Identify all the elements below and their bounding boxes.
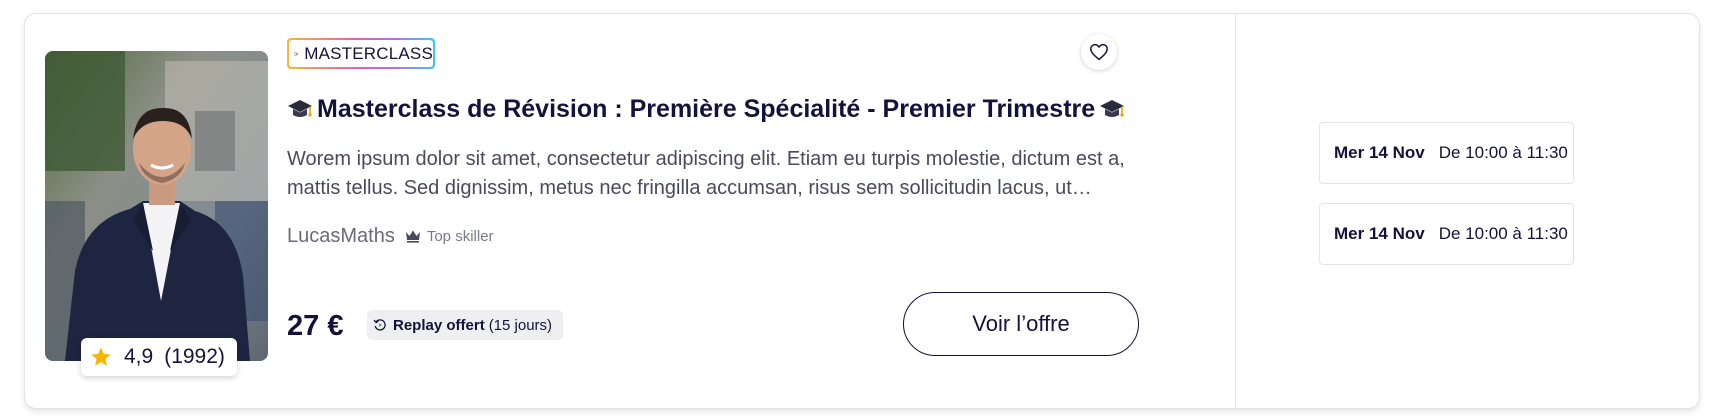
replay-detail: (15 jours) [488, 316, 553, 334]
view-offer-button[interactable]: Voir l’offre [903, 292, 1139, 356]
star-icon [91, 347, 111, 366]
slot-day: Mer 14 Nov [1334, 143, 1425, 162]
rating-count: (1992) [164, 345, 225, 368]
course-description: Worem ipsum dolor sit amet, consectetur … [287, 148, 1125, 199]
heart-icon [1090, 43, 1108, 61]
rating-score: 4,9 [124, 345, 154, 368]
rating-badge: 4,9 (1992) [81, 338, 237, 376]
graduation-cap-icon [288, 100, 312, 117]
replay-icon [373, 319, 386, 331]
favorite-button[interactable] [1081, 34, 1117, 70]
slot-time: De 10:00 à 11:30 [1438, 224, 1568, 243]
course-card[interactable]: 4,9 (1992) MASTERCLASS Masterclass de Ré… [24, 13, 1700, 409]
course-title-text: Masterclass de Révision : Première Spéci… [317, 94, 1096, 123]
course-title[interactable]: Masterclass de Révision : Première Spéci… [287, 92, 1187, 126]
masterclass-badge: MASTERCLASS [287, 38, 435, 69]
replay-badge: Replay offert (15 jours) [367, 310, 563, 340]
slot-day: Mer 14 Nov [1334, 224, 1425, 243]
author[interactable]: LucasMaths Top skiller [287, 222, 494, 250]
schedule-slot[interactable]: Mer 14 Nov De 10:00 à 11:30 [1319, 203, 1574, 265]
video-camera-icon [294, 52, 299, 55]
crown-icon [405, 230, 420, 243]
author-tag: Top skiller [426, 227, 494, 245]
slot-time: De 10:00 à 11:30 [1438, 143, 1568, 162]
graduation-cap-icon [1100, 100, 1125, 117]
schedule-slot[interactable]: Mer 14 Nov De 10:00 à 11:30 [1319, 122, 1574, 184]
badge-label: MASTERCLASS [304, 43, 433, 63]
price: 27 € [287, 309, 344, 342]
replay-label: Replay offert [393, 316, 485, 334]
author-name[interactable]: LucasMaths [287, 225, 395, 248]
schedule-panel: Mer 14 Nov De 10:00 à 11:30 Mer 14 Nov D… [1236, 14, 1699, 408]
teacher-photo [45, 51, 268, 361]
course-main-panel: 4,9 (1992) MASTERCLASS Masterclass de Ré… [25, 14, 1236, 408]
